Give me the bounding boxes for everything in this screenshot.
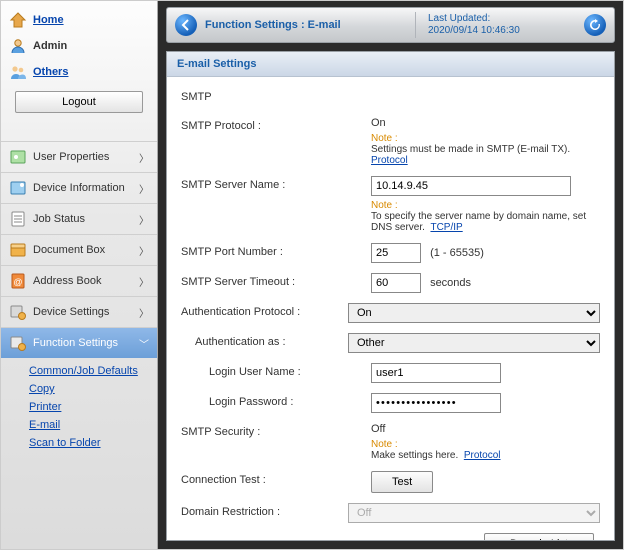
- back-button[interactable]: [175, 14, 197, 36]
- connection-test-label: Connection Test :: [181, 471, 371, 486]
- chevron-right-icon: 〉: [139, 305, 149, 320]
- domain-restriction-label: Domain Restriction :: [181, 503, 348, 518]
- sidebar-nav: User Properties 〉 Device Information 〉 J…: [1, 141, 157, 458]
- protocol-link[interactable]: Protocol: [464, 450, 501, 461]
- device-info-icon: [9, 179, 27, 197]
- admin-icon: [9, 37, 27, 55]
- domain-list-button[interactable]: Domain List: [484, 533, 594, 541]
- sidebar-others[interactable]: Others: [5, 59, 153, 85]
- subnav-email[interactable]: E-mail: [29, 416, 157, 434]
- admin-label: Admin: [33, 40, 67, 52]
- chevron-right-icon: 〉: [139, 243, 149, 258]
- test-button[interactable]: Test: [371, 471, 433, 493]
- tcpip-link[interactable]: TCP/IP: [430, 222, 462, 233]
- nav-user-properties[interactable]: User Properties 〉: [1, 141, 157, 172]
- chevron-down-icon: ﹀: [139, 336, 149, 351]
- login-user-label: Login User Name :: [181, 363, 371, 378]
- page-title: Function Settings : E-mail: [205, 19, 361, 31]
- smtp-security-label: SMTP Security :: [181, 423, 371, 438]
- panel-title: E-mail Settings: [167, 52, 614, 77]
- home-icon: [9, 11, 27, 29]
- nav-function-settings[interactable]: Function Settings ﹀: [1, 327, 157, 358]
- last-updated: Last Updated: 2020/09/14 10:46:30: [422, 13, 576, 37]
- page-header: Function Settings : E-mail Last Updated:…: [166, 7, 615, 43]
- nav-device-information[interactable]: Device Information 〉: [1, 172, 157, 203]
- smtp-timeout-input[interactable]: [371, 273, 421, 293]
- main: Function Settings : E-mail Last Updated:…: [158, 1, 623, 549]
- subnav-scan-to-folder[interactable]: Scan to Folder: [29, 434, 157, 452]
- chevron-right-icon: 〉: [139, 212, 149, 227]
- function-settings-subnav: Common/Job Defaults Copy Printer E-mail …: [1, 358, 157, 458]
- chevron-right-icon: 〉: [139, 274, 149, 289]
- smtp-port-hint: (1 - 65535): [430, 247, 484, 259]
- sidebar-home[interactable]: Home: [5, 7, 153, 33]
- logout-button[interactable]: Logout: [15, 91, 143, 113]
- document-box-icon: [9, 241, 27, 259]
- others-icon: [9, 63, 27, 81]
- domain-restriction-select: Off: [348, 503, 600, 523]
- note-label: Note :: [371, 133, 398, 144]
- address-book-icon: @: [9, 272, 27, 290]
- refresh-button[interactable]: [584, 14, 606, 36]
- login-pass-label: Login Password :: [181, 393, 371, 408]
- login-user-input[interactable]: [371, 363, 501, 383]
- note-text: To specify the server name by domain nam…: [371, 211, 586, 233]
- home-link[interactable]: Home: [33, 14, 64, 26]
- device-settings-icon: [9, 303, 27, 321]
- protocol-link[interactable]: Protocol: [371, 155, 408, 166]
- login-pass-input[interactable]: [371, 393, 501, 413]
- auth-as-select[interactable]: Other: [348, 333, 600, 353]
- chevron-right-icon: 〉: [139, 150, 149, 165]
- smtp-section-title: SMTP: [181, 91, 600, 103]
- content-panel: E-mail Settings SMTP SMTP Protocol : On …: [166, 51, 615, 541]
- auth-protocol-select[interactable]: On: [348, 303, 600, 323]
- smtp-protocol-label: SMTP Protocol :: [181, 117, 371, 132]
- smtp-protocol-value: On: [371, 117, 600, 129]
- auth-as-label: Authentication as :: [181, 333, 348, 348]
- svg-text:@: @: [13, 277, 22, 287]
- smtp-port-label: SMTP Port Number :: [181, 243, 371, 258]
- sidebar: Home Admin Others Logout User Properties…: [1, 1, 158, 549]
- nav-address-book[interactable]: @Address Book 〉: [1, 265, 157, 296]
- nav-device-settings[interactable]: Device Settings 〉: [1, 296, 157, 327]
- smtp-timeout-label: SMTP Server Timeout :: [181, 273, 371, 288]
- auth-protocol-label: Authentication Protocol :: [181, 303, 348, 318]
- note-text: Settings must be made in SMTP (E-mail TX…: [371, 144, 570, 155]
- subnav-common[interactable]: Common/Job Defaults: [29, 362, 157, 380]
- subnav-copy[interactable]: Copy: [29, 380, 157, 398]
- smtp-security-value: Off: [371, 423, 600, 435]
- function-settings-icon: [9, 334, 27, 352]
- chevron-right-icon: 〉: [139, 181, 149, 196]
- smtp-server-input[interactable]: [371, 176, 571, 196]
- others-link[interactable]: Others: [33, 66, 68, 78]
- note-text: Make settings here.: [371, 450, 458, 461]
- user-properties-icon: [9, 148, 27, 166]
- smtp-server-label: SMTP Server Name :: [181, 176, 371, 191]
- job-status-icon: [9, 210, 27, 228]
- smtp-port-input[interactable]: [371, 243, 421, 263]
- note-label: Note :: [371, 200, 398, 211]
- note-label: Note :: [371, 439, 398, 450]
- nav-job-status[interactable]: Job Status 〉: [1, 203, 157, 234]
- nav-document-box[interactable]: Document Box 〉: [1, 234, 157, 265]
- smtp-timeout-unit: seconds: [430, 277, 471, 289]
- sidebar-admin: Admin: [5, 33, 153, 59]
- subnav-printer[interactable]: Printer: [29, 398, 157, 416]
